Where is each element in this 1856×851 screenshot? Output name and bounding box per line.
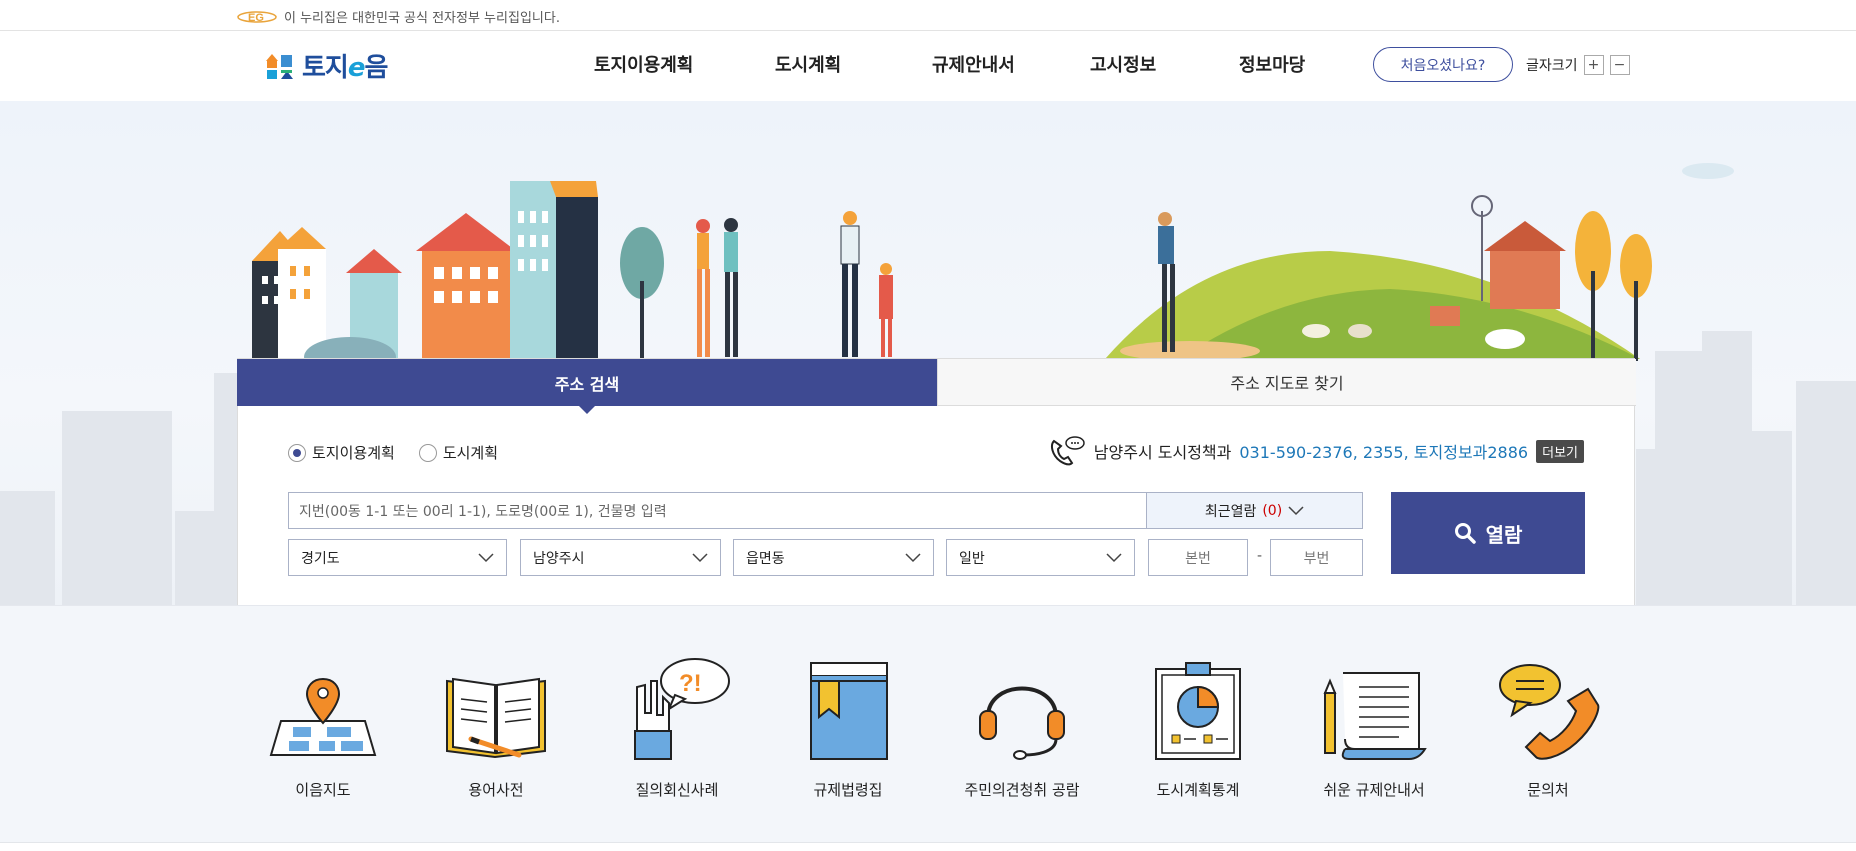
nav-notice-info[interactable]: 고시정보: [1090, 51, 1156, 77]
footer-divider: [0, 842, 1856, 851]
quick-link-label: 이음지도: [295, 781, 351, 799]
select-city[interactable]: 남양주시: [520, 539, 721, 576]
search-type-radios: 토지이용계획 도시계획: [288, 442, 498, 463]
quick-link-contact[interactable]: 문의처: [1478, 656, 1618, 800]
select-province-value: 경기도: [301, 550, 340, 567]
radio-land-use-plan[interactable]: 토지이용계획: [288, 442, 395, 463]
select-province[interactable]: 경기도: [288, 539, 507, 576]
contact-numbers: 031-590-2376, 2355, 토지정보과2886: [1239, 443, 1529, 462]
gov-banner: EG 이 누리집은 대한민국 공식 전자정부 누리집입니다.: [0, 0, 1856, 31]
select-town-value: 읍면동: [746, 550, 785, 567]
radio-label-urban-plan: 도시계획: [442, 444, 499, 462]
quick-links: 이음지도 용어사전 ?! 질의회신사례 규제법령집 주민의견청취 공람 도시계획…: [0, 605, 1856, 842]
radio-label-land-use: 토지이용계획: [312, 444, 395, 462]
select-land-type[interactable]: 일반: [946, 539, 1135, 576]
recent-view-dropdown[interactable]: 최근열람 (0): [1147, 492, 1363, 529]
nav-info-plaza[interactable]: 정보마당: [1239, 51, 1305, 77]
quick-link-map[interactable]: 이음지도: [253, 656, 393, 800]
headset-icon: [979, 686, 1065, 760]
quick-link-label: 용어사전: [468, 781, 524, 799]
chevron-down-icon: [905, 552, 921, 562]
gov-banner-text: 이 누리집은 대한민국 공식 전자정부 누리집입니다.: [284, 11, 560, 26]
tab-map-search[interactable]: 주소 지도로 찾기: [937, 359, 1636, 406]
logo-text: 토지e음: [302, 53, 388, 83]
select-land-type-value: 일반: [959, 550, 985, 567]
radio-dot-unchecked[interactable]: [418, 443, 437, 462]
open-book-icon: [446, 677, 546, 759]
egov-logo-icon: EG: [237, 10, 277, 24]
law-book-icon: [810, 662, 888, 760]
nav-regulation-guide[interactable]: 규제안내서: [932, 51, 1015, 77]
tab-address-search[interactable]: 주소 검색: [237, 359, 937, 414]
statistics-chart-icon: [1155, 662, 1241, 760]
recent-view-label: 최근열람: [1204, 503, 1257, 520]
search-tabs: 주소 검색 주소 지도로 찾기: [237, 359, 1636, 414]
quick-link-label: 쉬운 규제안내서: [1323, 781, 1425, 799]
svg-text:EG: EG: [248, 12, 264, 24]
svg-text:?!: ?!: [679, 670, 702, 697]
sub-number-input[interactable]: 부번: [1270, 539, 1363, 576]
quick-link-label: 문의처: [1527, 781, 1569, 799]
search-panel: 주소 검색 주소 지도로 찾기 토지이용계획 도시계획 남양주시 도시정책과 0…: [237, 358, 1636, 605]
number-separator: -: [1257, 548, 1263, 564]
question-hand-icon: ?!: [634, 658, 730, 760]
font-size-label: 글자크기: [1526, 58, 1578, 74]
main-number-input[interactable]: 본번: [1148, 539, 1248, 576]
quick-link-urban-statistics[interactable]: 도시계획통계: [1128, 656, 1268, 800]
quick-link-label: 질의회신사례: [635, 781, 719, 799]
nav-urban-plan[interactable]: 도시계획: [775, 51, 841, 77]
view-submit-label: 열람: [1485, 522, 1523, 547]
chevron-down-icon: [478, 552, 494, 562]
search-icon: [1454, 523, 1476, 544]
map-pin-icon: [269, 677, 377, 756]
contact-more-button[interactable]: 더보기: [1536, 439, 1584, 463]
logo-mark-icon: [266, 53, 293, 79]
address-search-input[interactable]: 지번(00동 1-1 또는 00리 1-1), 도로명(00로 1), 건물명 …: [288, 492, 1147, 529]
phone-icon: [1050, 436, 1085, 466]
contact-department: 남양주시 도시정책과: [1093, 443, 1232, 462]
chevron-down-icon: [692, 552, 708, 562]
quick-link-easy-guide[interactable]: 쉬운 규제안내서: [1304, 656, 1444, 800]
select-town[interactable]: 읍면동: [733, 539, 934, 576]
radio-dot-checked[interactable]: [288, 443, 306, 462]
site-logo[interactable]: 토지e음: [264, 47, 388, 84]
quick-link-qa-cases[interactable]: ?! 질의회신사례: [607, 656, 747, 800]
nav-land-use-plan[interactable]: 토지이용계획: [594, 51, 693, 77]
select-city-value: 남양주시: [533, 550, 585, 567]
chevron-down-icon: [1106, 552, 1122, 562]
quick-link-label: 도시계획통계: [1156, 781, 1240, 799]
quick-link-label: 주민의견청취 공람: [964, 781, 1080, 799]
font-decrease-button[interactable]: −: [1609, 55, 1630, 75]
recent-view-count: (0): [1262, 502, 1283, 519]
site-header: 토지e음 토지이용계획 도시계획 규제안내서 고시정보 정보마당 처음오셨나요?…: [0, 31, 1856, 101]
radio-urban-plan[interactable]: 도시계획: [418, 442, 499, 463]
quick-link-public-hearing[interactable]: 주민의견청취 공람: [952, 656, 1092, 800]
quick-link-law-book[interactable]: 규제법령집: [778, 656, 918, 800]
phone-chat-icon: [1499, 664, 1600, 760]
contact-info: 남양주시 도시정책과 031-590-2376, 2355, 토지정보과2886…: [1048, 435, 1584, 467]
chevron-down-icon: [1288, 505, 1304, 515]
document-pencil-icon: [1323, 672, 1427, 760]
font-increase-button[interactable]: +: [1583, 55, 1604, 75]
font-size-control: 글자크기 + −: [1526, 55, 1630, 75]
quick-link-label: 규제법령집: [813, 781, 883, 799]
view-submit-button[interactable]: 열람: [1391, 492, 1585, 574]
quick-link-glossary[interactable]: 용어사전: [426, 656, 566, 800]
first-visit-button[interactable]: 처음오셨나요?: [1373, 47, 1513, 82]
